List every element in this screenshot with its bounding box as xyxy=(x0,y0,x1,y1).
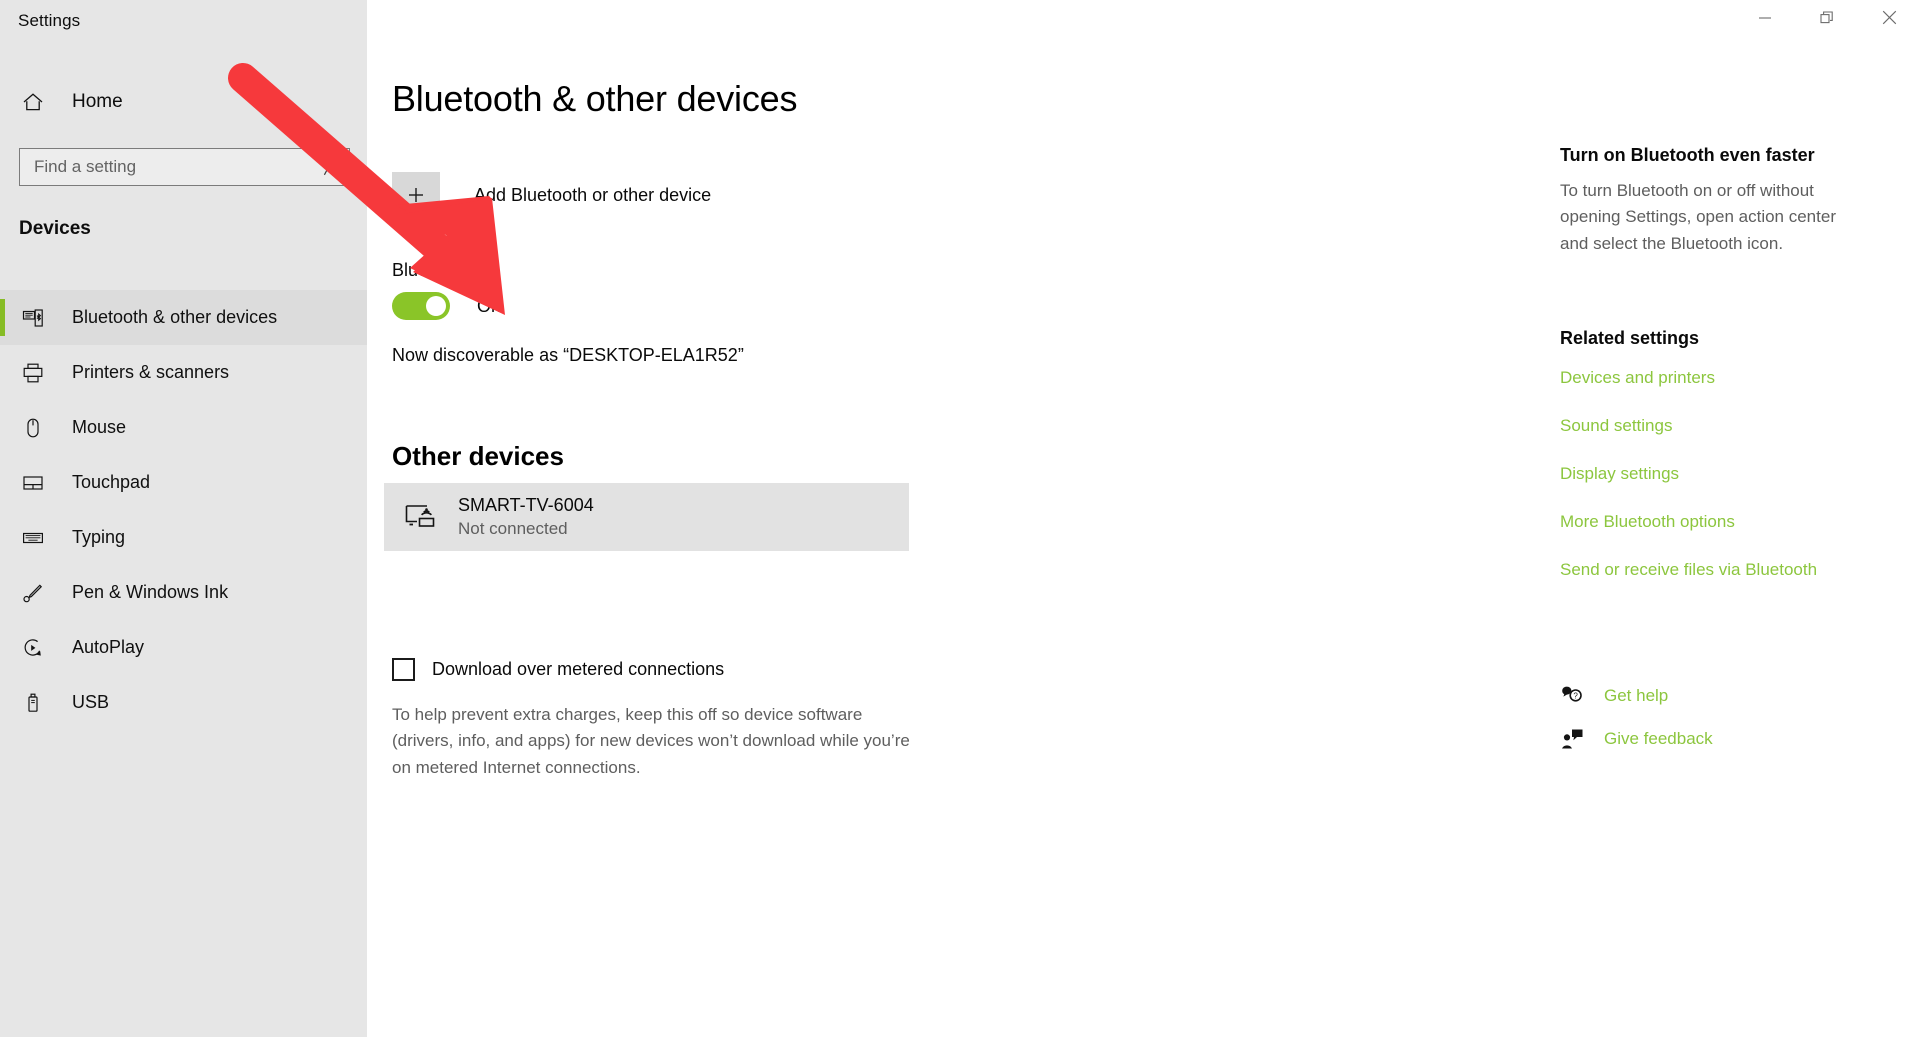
bluetooth-devices-icon xyxy=(20,307,46,329)
window-controls xyxy=(1734,0,1920,40)
restore-icon xyxy=(1820,10,1834,30)
support-links: ? Get help Give feedback xyxy=(1560,685,1713,771)
related-settings-title: Related settings xyxy=(1560,328,1700,348)
give-feedback-label: Give feedback xyxy=(1604,729,1713,748)
search-input[interactable] xyxy=(20,157,315,177)
bluetooth-toggle[interactable] xyxy=(392,292,450,320)
link-more-bluetooth-options[interactable]: More Bluetooth options xyxy=(1560,512,1817,532)
sidebar-nav-list: Bluetooth & other devices Printers & sca… xyxy=(0,290,367,730)
metered-connections-label: Download over metered connections xyxy=(432,659,725,679)
selection-accent-bar xyxy=(0,519,5,556)
pen-icon xyxy=(20,582,46,604)
link-sound-settings[interactable]: Sound settings xyxy=(1560,416,1817,436)
add-device-label: Add Bluetooth or other device xyxy=(474,184,712,205)
discoverable-text: Now discoverable as “DESKTOP-ELA1R52” xyxy=(392,345,744,365)
bluetooth-state-label: On xyxy=(477,295,502,316)
plus-icon xyxy=(392,172,440,218)
get-help-row[interactable]: ? Get help xyxy=(1560,685,1713,707)
restore-button[interactable] xyxy=(1796,0,1858,40)
sidebar-item-label: Mouse xyxy=(72,417,127,437)
sidebar-item-label: Printers & scanners xyxy=(72,362,230,382)
selection-accent-bar xyxy=(0,629,5,666)
sidebar-item-label: Bluetooth & other devices xyxy=(72,307,278,327)
selection-accent-bar xyxy=(0,464,5,501)
sidebar: Settings Home Devices xyxy=(0,0,367,1037)
metered-connections-row[interactable]: Download over metered connections xyxy=(392,658,724,681)
device-text-block: SMART-TV-6004 Not connected xyxy=(458,493,594,540)
app-title: Settings xyxy=(18,11,81,30)
sidebar-item-bluetooth-other-devices[interactable]: Bluetooth & other devices xyxy=(0,290,367,345)
tip-body: To turn Bluetooth on or off without open… xyxy=(1560,181,1836,253)
settings-window: Settings Home Devices xyxy=(0,0,1920,1037)
tip-title: Turn on Bluetooth even faster xyxy=(1560,145,1815,165)
selection-accent-bar xyxy=(0,409,5,446)
other-devices-title: Other devices xyxy=(392,441,564,471)
usb-icon xyxy=(20,692,46,714)
right-info-panel: Turn on Bluetooth even faster To turn Bl… xyxy=(1560,0,1920,1037)
selection-accent-bar xyxy=(0,354,5,391)
link-send-or-receive-files-via-bluetooth[interactable]: Send or receive files via Bluetooth xyxy=(1560,560,1817,580)
touchpad-icon xyxy=(20,472,46,494)
add-bluetooth-or-other-device-button[interactable]: Add Bluetooth or other device xyxy=(392,172,711,218)
selection-accent-bar xyxy=(0,299,5,336)
sidebar-item-label: Pen & Windows Ink xyxy=(72,582,229,602)
sidebar-item-touchpad[interactable]: Touchpad xyxy=(0,455,367,510)
sidebar-item-usb[interactable]: USB xyxy=(0,675,367,730)
feedback-icon xyxy=(1560,728,1586,750)
metered-connections-description: To help prevent extra charges, keep this… xyxy=(392,705,910,777)
sidebar-item-label: AutoPlay xyxy=(72,637,145,657)
sidebar-group-header: Devices xyxy=(19,218,91,239)
toggle-knob xyxy=(426,296,446,316)
close-icon xyxy=(1882,10,1897,30)
metered-connections-checkbox[interactable] xyxy=(392,658,415,681)
search-icon[interactable] xyxy=(315,158,349,177)
link-display-settings[interactable]: Display settings xyxy=(1560,464,1817,484)
cast-display-icon xyxy=(402,503,442,531)
minimize-button[interactable] xyxy=(1734,0,1796,40)
selection-accent-bar xyxy=(0,574,5,611)
sidebar-item-home-label: Home xyxy=(72,91,123,112)
main-content: Bluetooth & other devices Add Bluetooth … xyxy=(367,0,1560,1037)
sidebar-item-label: Typing xyxy=(72,527,126,547)
help-icon: ? xyxy=(1560,685,1586,707)
bluetooth-heading: Bluetooth xyxy=(392,260,469,280)
printer-icon xyxy=(20,362,46,384)
related-settings-links: Devices and printers Sound settings Disp… xyxy=(1560,368,1817,608)
sidebar-item-label: Touchpad xyxy=(72,472,151,492)
sidebar-item-home[interactable]: Home xyxy=(0,82,367,122)
link-devices-and-printers[interactable]: Devices and printers xyxy=(1560,368,1817,388)
selection-accent-bar xyxy=(0,684,5,721)
minimize-icon xyxy=(1758,11,1772,30)
close-button[interactable] xyxy=(1858,0,1920,40)
device-list-item[interactable]: SMART-TV-6004 Not connected xyxy=(384,483,909,551)
sidebar-item-mouse[interactable]: Mouse xyxy=(0,400,367,455)
keyboard-icon xyxy=(20,527,46,549)
svg-text:?: ? xyxy=(1573,692,1578,701)
page-title: Bluetooth & other devices xyxy=(392,78,798,119)
get-help-label: Get help xyxy=(1604,686,1669,705)
mouse-icon xyxy=(20,417,46,439)
home-icon xyxy=(20,91,46,113)
sidebar-item-label: USB xyxy=(72,692,110,712)
device-status: Not connected xyxy=(458,518,568,538)
device-name: SMART-TV-6004 xyxy=(458,495,594,516)
sidebar-item-printers-scanners[interactable]: Printers & scanners xyxy=(0,345,367,400)
sidebar-item-pen-windows-ink[interactable]: Pen & Windows Ink xyxy=(0,565,367,620)
title-bar: Settings xyxy=(0,0,367,48)
search-box[interactable] xyxy=(19,148,350,186)
give-feedback-row[interactable]: Give feedback xyxy=(1560,728,1713,750)
sidebar-item-autoplay[interactable]: AutoPlay xyxy=(0,620,367,675)
bluetooth-toggle-row: On xyxy=(392,292,501,320)
sidebar-item-typing[interactable]: Typing xyxy=(0,510,367,565)
autoplay-icon xyxy=(20,637,46,659)
